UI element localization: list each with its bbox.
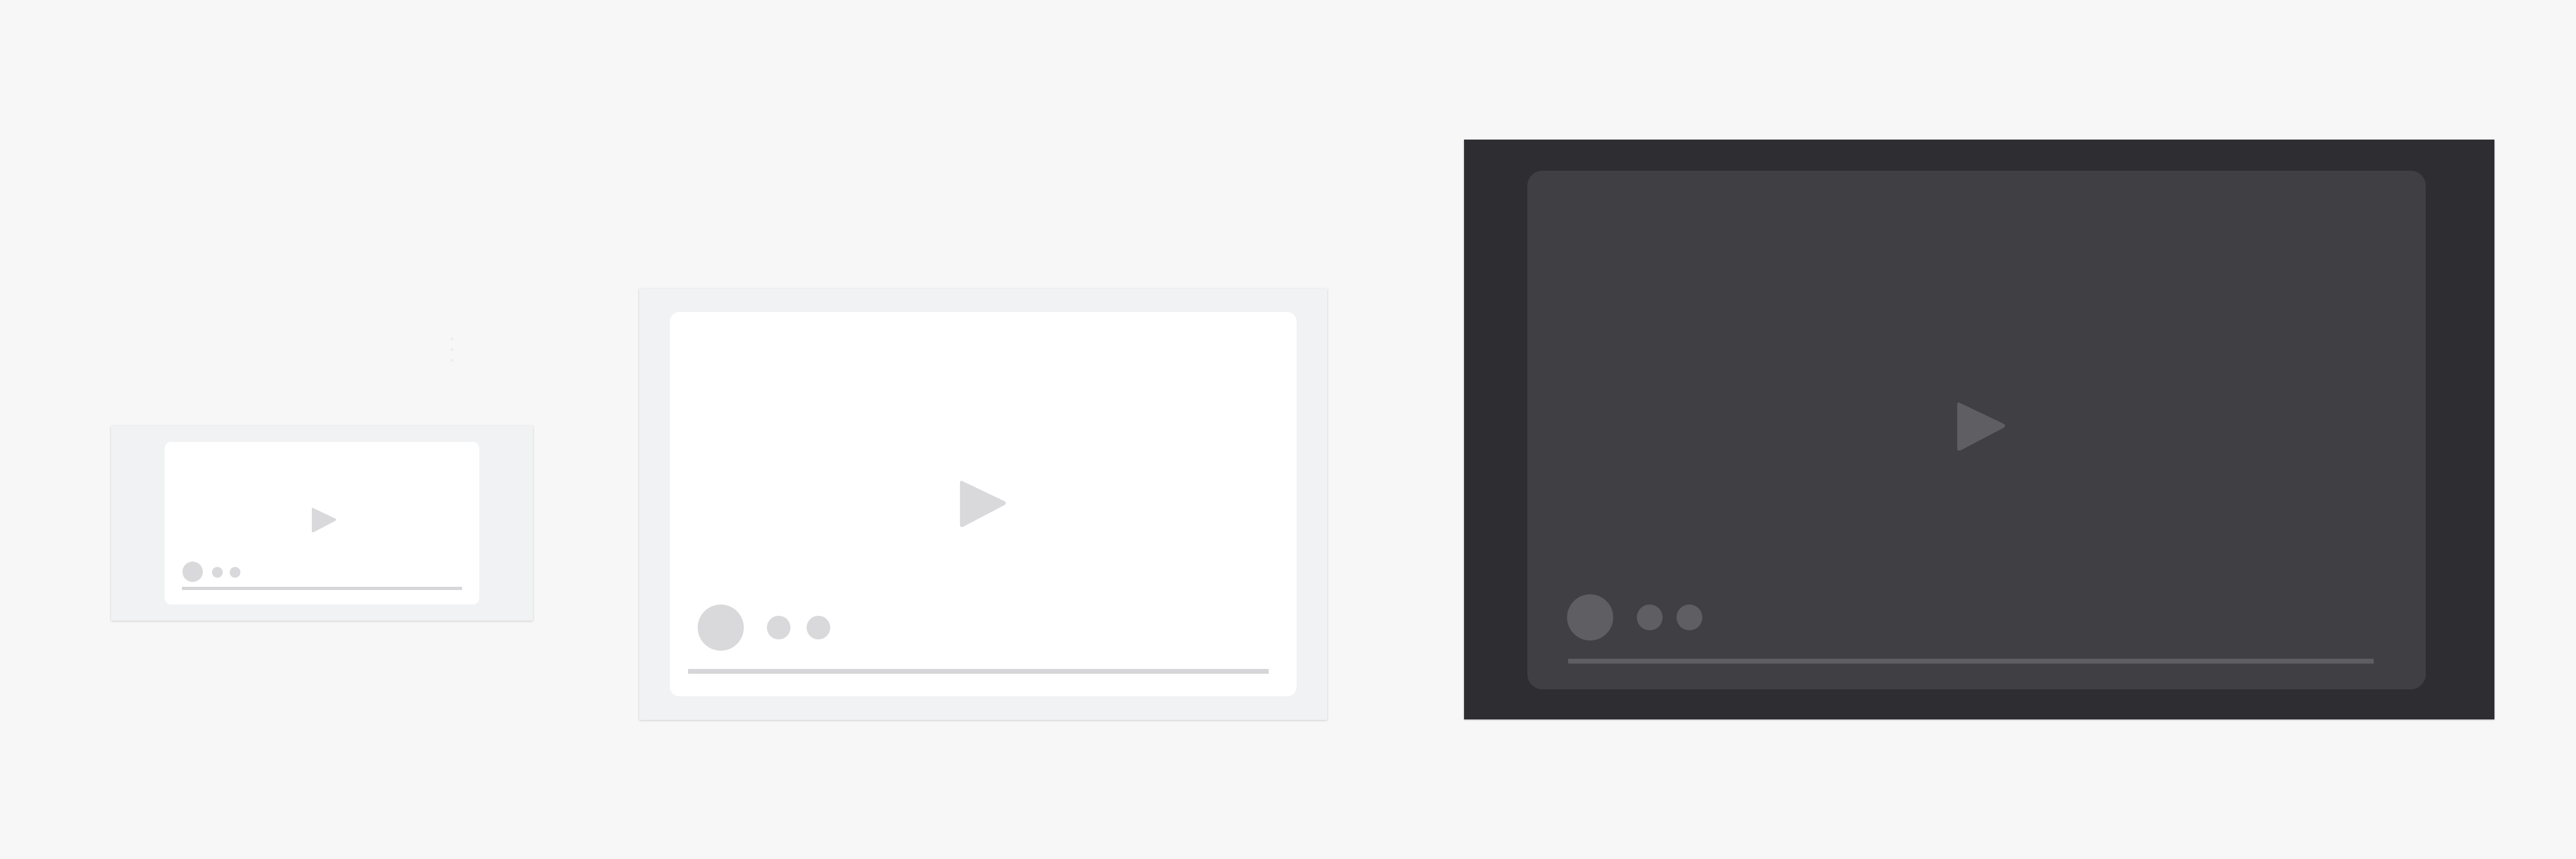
video-frame-medium — [639, 289, 1327, 720]
progress-bar[interactable] — [688, 669, 1269, 674]
video-player-small[interactable] — [165, 442, 479, 605]
progress-bar[interactable] — [1568, 659, 2374, 664]
volume-control-button[interactable] — [767, 616, 791, 639]
play-icon[interactable] — [958, 476, 1008, 532]
canvas — [0, 0, 2576, 859]
play-icon[interactable] — [311, 506, 338, 534]
settings-control-button[interactable] — [807, 616, 830, 639]
play-control-button[interactable] — [1567, 594, 1613, 640]
volume-control-button[interactable] — [1637, 605, 1663, 630]
video-frame-large — [1464, 140, 2494, 719]
play-icon[interactable] — [1955, 398, 2008, 456]
video-player-large[interactable] — [1527, 171, 2426, 689]
more-icon — [450, 337, 454, 363]
progress-bar[interactable] — [182, 587, 462, 590]
settings-control-button[interactable] — [1677, 605, 1702, 630]
settings-control-button[interactable] — [230, 567, 240, 578]
volume-control-button[interactable] — [212, 567, 223, 578]
play-control-button[interactable] — [698, 605, 744, 651]
video-frame-small — [111, 426, 533, 621]
video-player-medium[interactable] — [670, 312, 1297, 696]
play-control-button[interactable] — [182, 562, 203, 582]
